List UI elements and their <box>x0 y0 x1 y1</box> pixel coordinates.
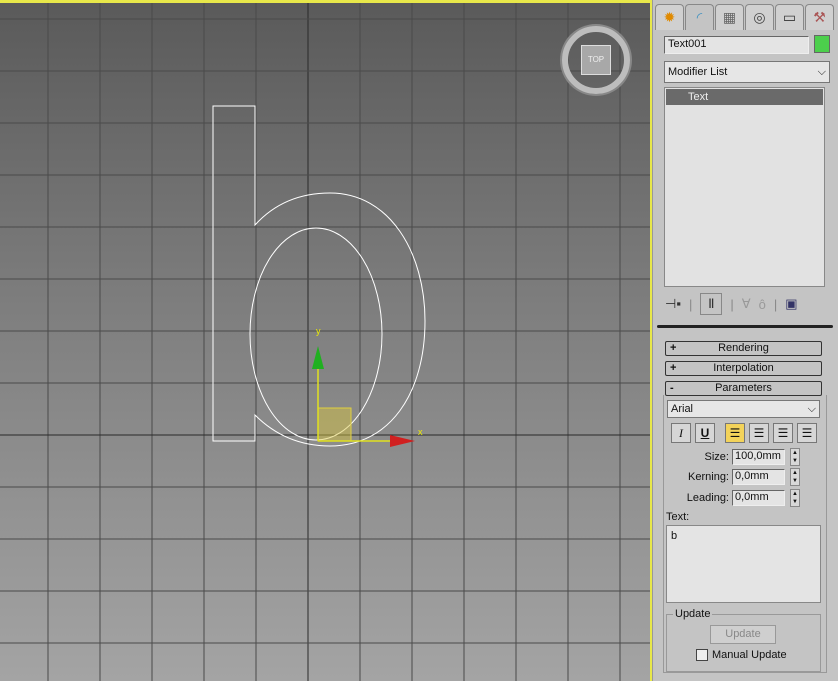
object-name-input[interactable]: Text001 <box>664 36 809 54</box>
update-button[interactable]: Update <box>710 625 776 644</box>
interpolation-rollout[interactable]: + Interpolation <box>665 361 822 376</box>
font-value: Arial <box>671 403 694 415</box>
justify-icon: ☰ <box>801 426 813 440</box>
align-right-icon: ☰ <box>777 426 789 440</box>
size-spinner[interactable]: ▲ ▼ <box>790 448 800 466</box>
update-group-title: Update <box>673 608 713 620</box>
size-input[interactable]: 100,0mm <box>732 449 785 465</box>
stack-toolbar: ⊣▪ | Ⅱ | ∀ ô | ▣ <box>665 293 798 315</box>
italic-icon: I <box>679 425 683 440</box>
checkbox-box[interactable] <box>696 649 708 661</box>
kerning-spinner[interactable]: ▲ ▼ <box>790 468 800 486</box>
align-right-button[interactable]: ☰ <box>773 423 793 443</box>
pin-stack-icon[interactable]: ⊣▪ <box>665 296 681 312</box>
align-center-button[interactable]: ☰ <box>749 423 769 443</box>
modify-icon: ◜ <box>696 9 703 25</box>
motion-tab[interactable]: ◎ <box>745 4 774 30</box>
make-unique-icon[interactable]: ∀ <box>742 296 751 312</box>
configure-modifier-sets-icon[interactable]: ▣ <box>785 296 797 312</box>
display-icon: ▭ <box>782 9 797 25</box>
show-end-result-icon: Ⅱ <box>708 296 715 311</box>
chevron-down-icon: ⌵ <box>817 65 826 78</box>
chevron-down-icon: ⌵ <box>807 402 816 415</box>
hierarchy-tab[interactable]: ▦ <box>715 4 744 30</box>
underline-icon: U <box>700 426 710 440</box>
rendering-rollout[interactable]: + Rendering <box>665 341 822 356</box>
gizmo-x-arrow <box>390 435 415 447</box>
stack-item-text[interactable]: Text <box>666 89 823 105</box>
expand-icon: + <box>670 362 677 374</box>
expand-icon: + <box>670 342 677 354</box>
leading-spinner[interactable]: ▲ ▼ <box>790 489 800 507</box>
manual-update-label: Manual Update <box>712 649 787 661</box>
font-dropdown[interactable]: Arial ⌵ <box>667 400 820 418</box>
manual-update-checkbox[interactable]: Manual Update <box>696 649 787 661</box>
remove-modifier-icon[interactable]: ô <box>759 297 766 312</box>
parameters-rollout-title: Parameters <box>715 382 772 394</box>
leading-label: Leading: <box>686 492 729 504</box>
parameters-rollout[interactable]: - Parameters <box>665 381 822 396</box>
gizmo-plane-handle <box>317 407 352 442</box>
hierarchy-icon: ▦ <box>722 9 737 25</box>
command-panel-tabs: ✹ ◜ ▦ ◎ ▭ ⚒ <box>655 4 834 30</box>
object-color-swatch[interactable] <box>814 35 830 53</box>
text-shape-outer <box>212 105 426 447</box>
kerning-input[interactable]: 0,0mm <box>732 469 785 485</box>
modify-tab[interactable]: ◜ <box>685 4 714 30</box>
motion-icon: ◎ <box>753 9 766 25</box>
command-panel: ✹ ◜ ▦ ◎ ▭ ⚒ Text001 Modifier List ⌵ Text… <box>652 0 838 681</box>
align-left-icon: ☰ <box>729 426 741 440</box>
underline-button[interactable]: U <box>695 423 715 443</box>
display-tab[interactable]: ▭ <box>775 4 804 30</box>
viewport-top[interactable]: y x TOP <box>0 0 652 681</box>
size-label: Size: <box>704 451 729 463</box>
utilities-tab[interactable]: ⚒ <box>805 4 834 30</box>
collapse-icon: - <box>670 382 674 394</box>
modifier-list-label: Modifier List <box>668 66 728 78</box>
gizmo-y-arrow <box>312 346 324 369</box>
create-tab[interactable]: ✹ <box>655 4 684 30</box>
modifier-stack: Text <box>664 87 825 287</box>
italic-button[interactable]: I <box>671 423 691 443</box>
show-end-result-button[interactable]: Ⅱ <box>700 293 723 315</box>
justify-button[interactable]: ☰ <box>797 423 817 443</box>
align-left-button[interactable]: ☰ <box>725 423 745 443</box>
divider <box>657 325 833 328</box>
x-axis-label: x <box>418 427 423 437</box>
text-label: Text: <box>666 511 690 523</box>
utilities-icon: ⚒ <box>813 9 826 25</box>
modifier-list-dropdown[interactable]: Modifier List ⌵ <box>664 61 830 83</box>
text-input[interactable]: b <box>666 525 821 603</box>
viewcube-top-face[interactable]: TOP <box>581 45 611 75</box>
y-axis-label: y <box>316 326 321 336</box>
create-icon: ✹ <box>663 9 676 25</box>
align-center-icon: ☰ <box>753 426 765 440</box>
leading-input[interactable]: 0,0mm <box>732 490 785 506</box>
interpolation-rollout-title: Interpolation <box>713 362 774 374</box>
viewport-canvas[interactable] <box>0 3 650 681</box>
update-group: Update Update Manual Update <box>666 608 821 672</box>
kerning-label: Kerning: <box>688 471 729 483</box>
viewcube[interactable]: TOP <box>562 26 630 94</box>
rendering-rollout-title: Rendering <box>718 342 769 354</box>
